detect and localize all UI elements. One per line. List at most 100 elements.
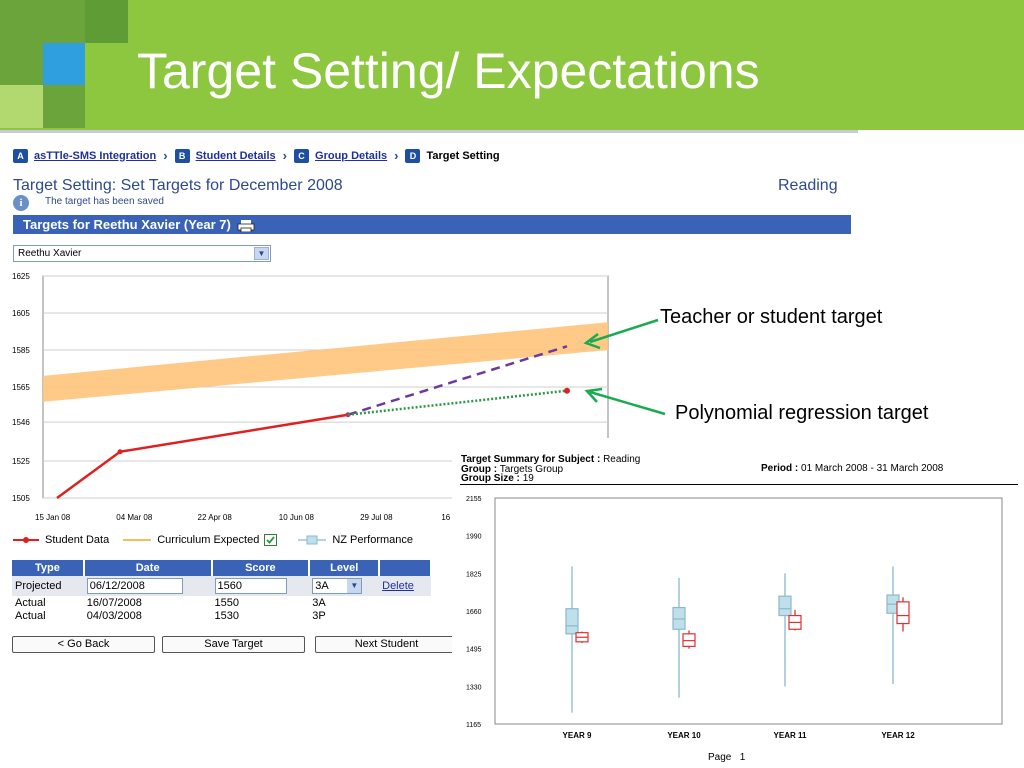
- column-header-score: Score: [211, 560, 311, 576]
- column-header-type: Type: [12, 560, 85, 576]
- breadcrumb-link-group-details[interactable]: Group Details: [315, 150, 387, 162]
- breadcrumb-badge: B: [174, 148, 190, 163]
- level-select[interactable]: 3A ▼: [312, 578, 363, 594]
- checkbox-checked-icon[interactable]: [264, 534, 278, 546]
- save-target-button[interactable]: Save Target: [162, 636, 305, 653]
- y-tick-label: 1330: [466, 684, 482, 691]
- y-tick-label: 1605: [12, 309, 30, 318]
- y-tick-label: 1165: [466, 722, 481, 729]
- cell-level: 3A: [312, 596, 326, 609]
- summary-size-value: 19: [522, 473, 534, 484]
- nz-performance-box: [565, 608, 579, 635]
- nz-performance-box: [778, 595, 792, 617]
- column-header-date: Date: [83, 560, 213, 576]
- decor-square: [43, 43, 85, 85]
- student-data-point: [117, 449, 123, 455]
- chart-legend: Student Data Curriculum Expected NZ Perf…: [13, 534, 427, 546]
- breadcrumb-current: Target Setting: [426, 149, 500, 162]
- cell-score: 1550: [214, 596, 239, 609]
- legend-label: Curriculum Expected: [157, 534, 260, 546]
- column-header-action: [379, 560, 432, 576]
- slide-header: Target Setting/ Expectations: [0, 0, 1024, 130]
- legend-label: NZ Performance: [332, 534, 414, 546]
- year-box-plot: 2155199018251660149513301165 YEAR 9 YEAR …: [466, 496, 1003, 740]
- cell-type: Projected: [12, 576, 84, 596]
- y-tick-label: 1505: [12, 494, 30, 503]
- y-tick-label: 1525: [12, 457, 30, 466]
- page-title: Target Setting: Set Targets for December…: [13, 177, 343, 194]
- x-tick-label: YEAR 10: [667, 731, 701, 740]
- y-axis-ticks: 1625 1605 1585 1565 1546 1525 1505: [12, 272, 30, 503]
- summary-period-value: 01 March 2008 - 31 March 2008: [801, 463, 944, 474]
- cell-score: 1560: [211, 576, 310, 596]
- slide-title: Target Setting/ Expectations: [137, 43, 760, 99]
- x-tick-label: 15 Jan 08: [35, 513, 71, 522]
- y-tick-label: 1660: [466, 609, 482, 616]
- x-tick-label: YEAR 11: [774, 731, 807, 740]
- decor-square: [85, 0, 128, 43]
- summary-divider: [460, 484, 1018, 485]
- breadcrumb: A asTTle-SMS Integration › B Student Det…: [13, 148, 500, 163]
- cell-score: 1530: [214, 609, 239, 622]
- legend-box-blue-icon: [298, 535, 327, 545]
- header-divider: [0, 130, 858, 133]
- breadcrumb-badge: A: [13, 148, 28, 163]
- summary-title-value: Reading: [603, 454, 641, 465]
- annotation-teacher-target: Teacher or student target: [660, 306, 883, 328]
- y-tick-label: 1585: [12, 346, 30, 355]
- date-input[interactable]: 06/12/2008: [86, 578, 183, 594]
- student-select-value: Reethu Xavier: [18, 248, 82, 259]
- summary-period: Period : 01 March 2008 - 31 March 2008: [761, 463, 943, 474]
- breadcrumb-badge: D: [405, 148, 421, 163]
- legend-label: Student Data: [45, 534, 110, 546]
- cell-type: Actual: [15, 609, 46, 622]
- go-back-button[interactable]: < Go Back: [12, 636, 155, 653]
- legend-student-data: Student Data: [13, 534, 109, 546]
- y-tick-label: 1546: [12, 418, 30, 427]
- section-title-bar: Targets for Reethu Xavier (Year 7): [13, 215, 851, 234]
- target-summary-report: Target Summary for Subject : Reading Gro…: [452, 438, 1024, 768]
- summary-size-key: Group Size :: [461, 473, 520, 484]
- delete-link[interactable]: Delete: [382, 580, 414, 592]
- chevron-down-icon[interactable]: ▼: [254, 247, 269, 260]
- y-tick-label: 1625: [12, 272, 30, 281]
- annotation-polynomial-target: Polynomial regression target: [675, 402, 929, 424]
- cell-action: [379, 596, 431, 609]
- student-select[interactable]: Reethu Xavier ▼: [13, 245, 271, 262]
- score-input[interactable]: 1560: [214, 578, 287, 594]
- regression-target-point: [564, 387, 570, 394]
- table-row: Actual 04/03/2008 1530 3P: [12, 609, 431, 622]
- chevron-right-icon: ›: [394, 148, 399, 163]
- legend-nz-performance: NZ Performance: [298, 534, 413, 546]
- group-target-box: [896, 601, 910, 625]
- chevron-down-icon[interactable]: ▼: [347, 579, 362, 593]
- legend-line-orange-icon: [123, 539, 152, 541]
- chevron-right-icon: ›: [163, 148, 168, 163]
- targets-table: Type Date Score Level Projected 06/12/20…: [12, 560, 432, 622]
- table-row: Actual 16/07/2008 1550 3A: [12, 596, 431, 609]
- x-tick-label: 10 Jun 08: [279, 513, 315, 522]
- y-tick-label: 1495: [466, 647, 482, 654]
- printer-icon[interactable]: [237, 219, 255, 232]
- x-tick-label: 29 Jul 08: [360, 513, 393, 522]
- next-student-button[interactable]: Next Student: [315, 636, 458, 653]
- y-axis-ticks: 2155 1990 1825 1660 1495 1330 1165: [466, 496, 482, 729]
- cell-action: [379, 609, 431, 622]
- x-tick-label: YEAR 12: [881, 731, 915, 740]
- breadcrumb-link-student-details[interactable]: Student Details: [196, 150, 276, 162]
- cell-type: Actual: [15, 596, 46, 609]
- info-icon: i: [13, 195, 29, 211]
- breadcrumb-link-integration[interactable]: asTTle-SMS Integration: [34, 150, 156, 162]
- y-tick-label: 2155: [466, 496, 482, 503]
- y-tick-label: 1565: [12, 383, 30, 392]
- subject-label: Reading: [778, 177, 838, 194]
- cell-date: 16/07/2008: [86, 596, 142, 609]
- cell-level: 3A ▼: [309, 576, 380, 596]
- chevron-right-icon: ›: [282, 148, 288, 163]
- y-tick-label: 1990: [466, 534, 482, 541]
- x-tick-label: YEAR 9: [563, 731, 592, 740]
- x-tick-label: 04 Mar 08: [116, 513, 153, 522]
- section-title: Targets for Reethu Xavier (Year 7): [23, 217, 231, 232]
- level-select-value: 3A: [315, 580, 329, 592]
- x-tick-label: 22 Apr 08: [198, 513, 233, 522]
